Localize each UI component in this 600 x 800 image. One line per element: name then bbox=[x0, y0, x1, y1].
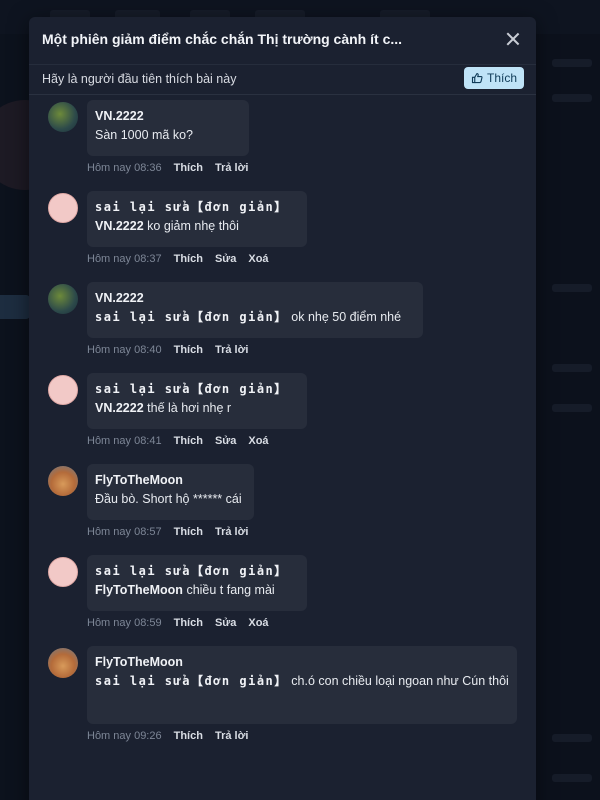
comment-text: thế là hơi nhẹ r bbox=[147, 401, 232, 415]
comment-time: Hôm nay 09:26 bbox=[87, 730, 162, 742]
reply-action[interactable]: Trả lời bbox=[215, 162, 249, 174]
comment-author[interactable]: FlyToTheMoon bbox=[95, 653, 509, 672]
comment-meta: Hôm nay 08:40 Thích Trả lời bbox=[87, 344, 248, 356]
comment-mention[interactable]: VN.2222 bbox=[95, 219, 144, 233]
modal-title: Một phiên giảm điểm chắc chắn Thị trường… bbox=[42, 31, 403, 47]
thumbs-up-icon bbox=[471, 72, 483, 84]
comment-bubble: FlyToTheMoon sai lại sửa【đơn giản】 ch.ó … bbox=[87, 646, 517, 724]
comment-meta: Hôm nay 08:57 Thích Trả lời bbox=[87, 526, 248, 538]
comment-time: Hôm nay 08:57 bbox=[87, 526, 162, 538]
delete-action[interactable]: Xoá bbox=[248, 617, 268, 629]
comment-bubble: sai lại sửa【đơn giản】 VN.2222 thế là hơi… bbox=[87, 373, 307, 429]
comment-bubble: sai lại sửa【đơn giản】 FlyToTheMoon chiều… bbox=[87, 555, 307, 611]
comment-text: ok nhẹ 50 điểm nhé bbox=[291, 310, 402, 324]
comment-time: Hôm nay 08:41 bbox=[87, 435, 162, 447]
comment-author[interactable]: VN.2222 bbox=[95, 107, 241, 126]
edit-action[interactable]: Sửa bbox=[215, 435, 236, 447]
delete-action[interactable]: Xoá bbox=[248, 435, 268, 447]
comment-author[interactable]: sai lại sửa【đơn giản】 bbox=[95, 562, 299, 581]
fly-avatar[interactable] bbox=[48, 466, 78, 496]
comment-author[interactable]: sai lại sửa【đơn giản】 bbox=[95, 380, 299, 399]
like-action[interactable]: Thích bbox=[174, 162, 203, 174]
comment-mention[interactable]: FlyToTheMoon bbox=[95, 583, 183, 597]
like-button-label: Thích bbox=[486, 71, 517, 85]
comment-text: ch.ó con chiều loại ngoan như Cún thôi bbox=[291, 674, 509, 688]
reply-action[interactable]: Trả lời bbox=[215, 730, 249, 742]
comment-bubble: VN.2222 Sàn 1000 mã ko? bbox=[87, 100, 249, 156]
like-prompt: Hãy là người đầu tiên thích bài này bbox=[42, 72, 237, 86]
comment-bubble: sai lại sửa【đơn giản】 VN.2222 ko giảm nh… bbox=[87, 191, 307, 247]
fly-avatar[interactable] bbox=[48, 648, 78, 678]
vn2222-avatar[interactable] bbox=[48, 102, 78, 132]
like-action[interactable]: Thích bbox=[174, 730, 203, 742]
comment-author[interactable]: FlyToTheMoon bbox=[95, 471, 246, 490]
comment-author[interactable]: sai lại sửa【đơn giản】 bbox=[95, 198, 299, 217]
modal-header: Một phiên giảm điểm chắc chắn Thị trường… bbox=[29, 17, 536, 65]
sai-avatar[interactable] bbox=[48, 557, 78, 587]
like-action[interactable]: Thích bbox=[174, 253, 203, 265]
comment-text: chiều t fang mài bbox=[186, 583, 275, 597]
comment-bubble: FlyToTheMoon Đầu bò. Short hộ ****** cái bbox=[87, 464, 254, 520]
delete-action[interactable]: Xoá bbox=[248, 253, 268, 265]
comment-mention[interactable]: VN.2222 bbox=[95, 401, 144, 415]
comment-text: Đầu bò. Short hộ ****** cái bbox=[95, 492, 242, 506]
vn2222-avatar[interactable] bbox=[48, 284, 78, 314]
comment-text: ko giảm nhẹ thôi bbox=[147, 219, 239, 233]
sai-avatar[interactable] bbox=[48, 193, 78, 223]
comment-mention[interactable]: sai lại sửa【đơn giản】 bbox=[95, 674, 288, 688]
comment-meta: Hôm nay 08:59 Thích Sửa Xoá bbox=[87, 617, 269, 629]
comment-bubble: VN.2222 sai lại sửa【đơn giản】 ok nhẹ 50 … bbox=[87, 282, 423, 338]
reply-action[interactable]: Trả lời bbox=[215, 526, 249, 538]
reply-action[interactable]: Trả lời bbox=[215, 344, 249, 356]
comments-modal: Một phiên giảm điểm chắc chắn Thị trường… bbox=[29, 17, 536, 800]
like-action[interactable]: Thích bbox=[174, 435, 203, 447]
sai-avatar[interactable] bbox=[48, 375, 78, 405]
comment-text: Sàn 1000 mã ko? bbox=[95, 128, 193, 142]
comment-author[interactable]: VN.2222 bbox=[95, 289, 415, 308]
like-button[interactable]: Thích bbox=[463, 67, 524, 89]
comment-meta: Hôm nay 09:26 Thích Trả lời bbox=[87, 730, 248, 742]
comment-meta: Hôm nay 08:37 Thích Sửa Xoá bbox=[87, 253, 269, 265]
edit-action[interactable]: Sửa bbox=[215, 253, 236, 265]
comment-time: Hôm nay 08:59 bbox=[87, 617, 162, 629]
like-action[interactable]: Thích bbox=[174, 526, 203, 538]
comment-time: Hôm nay 08:40 bbox=[87, 344, 162, 356]
like-row: Hãy là người đầu tiên thích bài này Thíc… bbox=[29, 65, 536, 95]
like-action[interactable]: Thích bbox=[174, 344, 203, 356]
edit-action[interactable]: Sửa bbox=[215, 617, 236, 629]
like-action[interactable]: Thích bbox=[174, 617, 203, 629]
comment-meta: Hôm nay 08:36 Thích Trả lời bbox=[87, 162, 248, 174]
close-icon[interactable] bbox=[504, 30, 522, 48]
comment-time: Hôm nay 08:37 bbox=[87, 253, 162, 265]
comment-mention[interactable]: sai lại sửa【đơn giản】 bbox=[95, 310, 288, 324]
comment-time: Hôm nay 08:36 bbox=[87, 162, 162, 174]
comment-meta: Hôm nay 08:41 Thích Sửa Xoá bbox=[87, 435, 269, 447]
